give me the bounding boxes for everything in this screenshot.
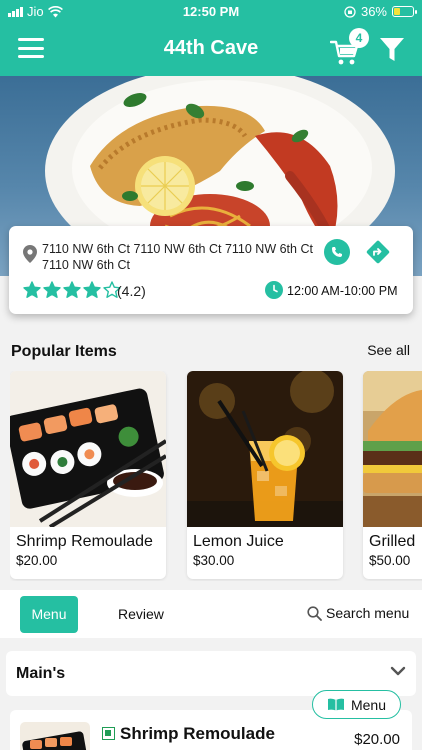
status-bar: Jio 12:50 PM 36% [0, 0, 422, 24]
see-all-link[interactable]: See all [367, 342, 410, 358]
directions-button[interactable] [365, 239, 391, 265]
restaurant-address: 7110 NW 6th Ct 7110 NW 6th Ct 7110 NW 6t… [42, 242, 313, 272]
search-icon [307, 605, 322, 621]
burger-image [363, 371, 422, 527]
filter-icon [380, 38, 404, 61]
menu-item-price: $20.00 [354, 731, 400, 748]
veg-indicator-icon [102, 727, 115, 740]
status-right: 36% [344, 4, 417, 19]
search-menu-button[interactable]: Search menu [307, 605, 409, 621]
chevron-down-icon [390, 666, 406, 676]
tab-review[interactable]: Review [118, 606, 164, 622]
star-icon [43, 281, 61, 298]
popular-item-price: $30.00 [193, 553, 235, 568]
floating-menu-button[interactable]: Menu [312, 690, 401, 719]
book-icon [327, 698, 344, 711]
popular-item-card[interactable]: Lemon Juice $30.00 [187, 371, 343, 579]
star-icon [63, 281, 81, 298]
popular-items-list: Shrimp Remoulade $20.00 Lemon Juice $30.… [10, 371, 422, 581]
app-header: 44th Cave 4 [0, 24, 422, 76]
star-icon [83, 281, 101, 298]
floating-menu-label: Menu [350, 696, 387, 713]
search-menu-label: Search menu [326, 605, 410, 621]
popular-item-name: Grilled [369, 533, 416, 550]
popular-item-price: $50.00 [369, 553, 411, 568]
menu-item-name: Shrimp Remoulade [120, 724, 275, 743]
tab-menu[interactable]: Menu [20, 596, 78, 633]
lemon-juice-image [187, 371, 343, 527]
popular-items-title: Popular Items [11, 343, 117, 360]
filter-button[interactable] [379, 36, 405, 64]
orientation-lock-icon [344, 5, 356, 18]
popular-item-name: Shrimp Remoulade [16, 533, 153, 550]
call-button[interactable] [324, 239, 350, 265]
popular-item-card[interactable]: Grilled $50.00 [363, 371, 422, 579]
restaurant-info-card: 7110 NW 6th Ct 7110 NW 6th Ct 7110 NW 6t… [9, 226, 413, 314]
cart-button[interactable]: 4 [330, 28, 370, 68]
popular-item-price: $20.00 [16, 553, 58, 568]
battery-percent: 36% [360, 4, 387, 19]
category-label: Main's [16, 665, 66, 682]
star-icon [23, 281, 41, 298]
popular-item-name: Lemon Juice [193, 533, 284, 550]
popular-item-card[interactable]: Shrimp Remoulade $20.00 [10, 371, 166, 579]
rating-stars [23, 281, 121, 299]
directions-icon [366, 240, 390, 264]
opening-hours: 12:00 AM-10:00 PM [287, 284, 398, 298]
menu-item-thumbnail [20, 722, 90, 750]
location-pin-icon [23, 245, 37, 263]
menu-tabs-bar: Menu Review Search menu [0, 590, 422, 638]
sushi-image [10, 371, 166, 527]
rating-value: (4.2) [117, 283, 146, 299]
battery-icon [392, 6, 417, 17]
cart-count-badge: 4 [349, 28, 369, 48]
clock-icon [265, 281, 283, 299]
phone-icon [332, 247, 342, 257]
